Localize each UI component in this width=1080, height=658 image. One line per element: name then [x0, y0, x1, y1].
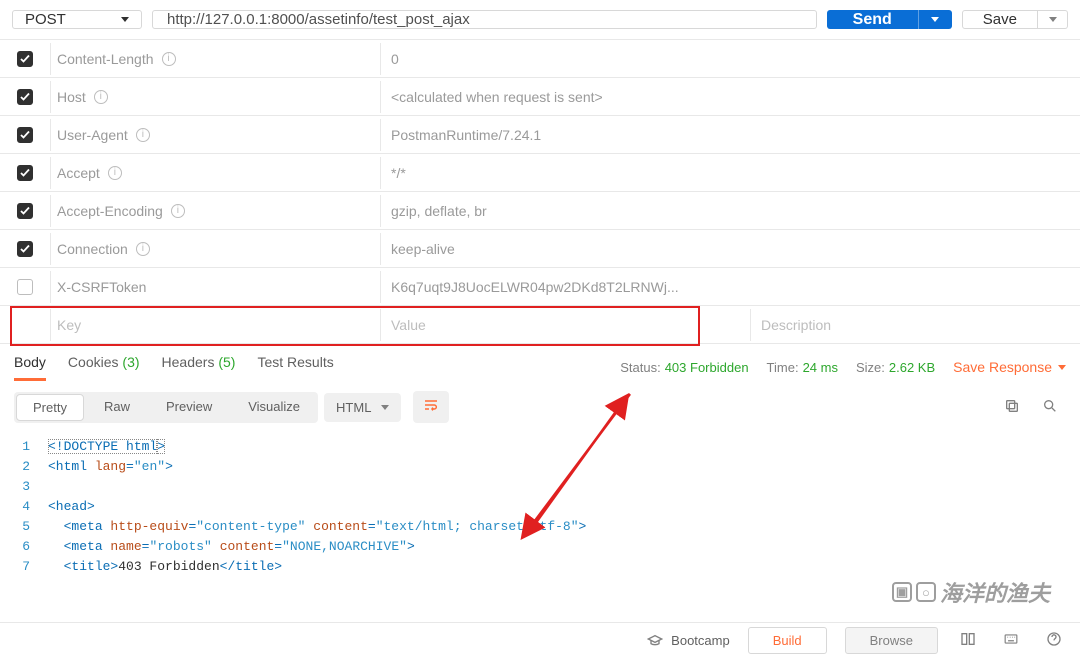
info-icon: i [136, 242, 150, 256]
header-value[interactable]: K6q7uqt9J8UocELWR04pw2DKd8T2LRNWj... [380, 271, 1080, 303]
keyboard-icon [1002, 632, 1020, 646]
header-row: Accept-Encodingigzip, deflate, br [0, 192, 1080, 230]
header-value[interactable]: */* [380, 157, 1080, 189]
graduation-cap-icon [647, 633, 663, 649]
copy-icon [1004, 398, 1020, 414]
view-raw[interactable]: Raw [86, 392, 148, 423]
response-time: Time: 24 ms [767, 360, 838, 375]
panes-icon [960, 631, 976, 647]
header-enabled-checkbox[interactable] [17, 203, 33, 219]
header-enabled-checkbox[interactable] [17, 127, 33, 143]
header-row: Content-Lengthi0 [0, 40, 1080, 78]
info-icon: i [94, 90, 108, 104]
keyboard-icon-button[interactable] [998, 628, 1024, 653]
header-value[interactable]: keep-alive [380, 233, 1080, 265]
header-key[interactable]: User-Agenti [50, 119, 380, 151]
header-enabled-checkbox[interactable] [17, 51, 33, 67]
view-pretty[interactable]: Pretty [16, 394, 84, 421]
url-input[interactable] [152, 10, 817, 29]
help-icon [1046, 631, 1062, 647]
header-value-placeholder[interactable]: Value [380, 309, 750, 341]
header-enabled-checkbox[interactable] [17, 89, 33, 105]
response-view-tabs: Pretty Raw Preview Visualize [14, 392, 318, 423]
save-button[interactable]: Save [962, 10, 1038, 29]
header-key[interactable]: Accept-Encodingi [50, 195, 380, 227]
header-key[interactable]: Connectioni [50, 233, 380, 265]
tab-body[interactable]: Body [14, 354, 46, 380]
wrap-lines-button[interactable] [413, 391, 449, 423]
header-value[interactable]: gzip, deflate, br [380, 195, 1080, 227]
header-enabled-checkbox[interactable] [17, 165, 33, 181]
copy-response-button[interactable] [996, 392, 1028, 423]
search-icon [1042, 398, 1058, 414]
header-value[interactable]: 0 [380, 43, 1080, 75]
info-icon: i [136, 128, 150, 142]
tab-test-results[interactable]: Test Results [257, 354, 333, 380]
response-size: Size: 2.62 KB [856, 360, 935, 375]
footer-tab-browse[interactable]: Browse [845, 627, 938, 654]
header-description-placeholder[interactable]: Description [750, 309, 1080, 341]
headers-placeholder-row: Key Value Description [0, 306, 1080, 344]
header-enabled-checkbox[interactable] [17, 279, 33, 295]
view-preview[interactable]: Preview [148, 392, 230, 423]
save-dropdown-button[interactable] [1038, 10, 1068, 29]
header-key[interactable]: X-CSRFToken [50, 271, 380, 303]
header-row: X-CSRFTokenK6q7uqt9J8UocELWR04pw2DKd8T2L… [0, 268, 1080, 306]
info-icon: i [108, 166, 122, 180]
watermark: ▣○ 海洋的渔夫 [892, 576, 1050, 608]
wrap-icon [423, 397, 439, 413]
footer-tab-build[interactable]: Build [748, 627, 827, 654]
status-bar: Bootcamp Build Browse [0, 622, 1080, 658]
save-response-button[interactable]: Save Response [953, 359, 1066, 375]
header-row: User-AgentiPostmanRuntime/7.24.1 [0, 116, 1080, 154]
chevron-down-icon [931, 17, 939, 22]
send-dropdown-button[interactable] [918, 10, 952, 29]
help-icon-button[interactable] [1042, 627, 1066, 654]
tab-headers[interactable]: Headers (5) [162, 354, 236, 380]
header-enabled-checkbox[interactable] [17, 241, 33, 257]
method-value: POST [25, 11, 66, 28]
header-key-placeholder[interactable]: Key [50, 309, 380, 341]
chevron-down-icon [1049, 17, 1057, 22]
header-row: Hosti<calculated when request is sent> [0, 78, 1080, 116]
send-button[interactable]: Send [827, 10, 918, 29]
header-row: Connectionikeep-alive [0, 230, 1080, 268]
panes-icon-button[interactable] [956, 627, 980, 654]
header-key[interactable]: Hosti [50, 81, 380, 113]
method-select[interactable]: POST [12, 10, 142, 29]
chevron-down-icon [381, 405, 389, 410]
header-key[interactable]: Content-Lengthi [50, 43, 380, 75]
response-body-code[interactable]: 1 <!DOCTYPE html> 2 <html lang="en"> 3 4… [0, 433, 1080, 577]
search-response-button[interactable] [1034, 392, 1066, 423]
chevron-down-icon [1058, 365, 1066, 370]
chevron-down-icon [121, 17, 129, 22]
header-value[interactable]: PostmanRuntime/7.24.1 [380, 119, 1080, 151]
response-language-select[interactable]: HTML [324, 393, 401, 422]
header-key[interactable]: Accepti [50, 157, 380, 189]
header-value[interactable]: <calculated when request is sent> [380, 81, 1080, 113]
info-icon: i [162, 52, 176, 66]
view-visualize[interactable]: Visualize [230, 392, 318, 423]
bootcamp-button[interactable]: Bootcamp [647, 633, 730, 649]
tab-cookies[interactable]: Cookies (3) [68, 354, 140, 380]
header-row: Accepti*/* [0, 154, 1080, 192]
response-status: Status: 403 Forbidden [620, 360, 748, 375]
info-icon: i [171, 204, 185, 218]
headers-table: Content-Lengthi0Hosti<calculated when re… [0, 39, 1080, 344]
